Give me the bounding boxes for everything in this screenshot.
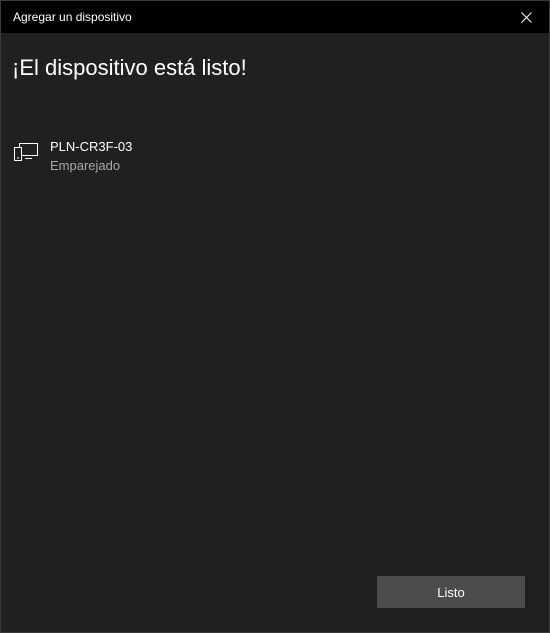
page-title: ¡El dispositivo está listo!: [12, 55, 247, 80]
title-bar: Agregar un dispositivo: [1, 1, 549, 33]
window-title: Agregar un dispositivo: [13, 10, 132, 24]
device-list-item[interactable]: PLN-CR3F-03 Emparejado: [1, 131, 549, 181]
close-icon: [520, 11, 532, 23]
device-status: Emparejado: [50, 158, 121, 173]
device-name: PLN-CR3F-03: [50, 139, 133, 154]
done-button[interactable]: Listo: [377, 576, 525, 608]
display-device-icon: [14, 143, 38, 161]
close-button[interactable]: [503, 1, 549, 33]
add-device-dialog: Agregar un dispositivo ¡El dispositivo e…: [0, 0, 550, 633]
